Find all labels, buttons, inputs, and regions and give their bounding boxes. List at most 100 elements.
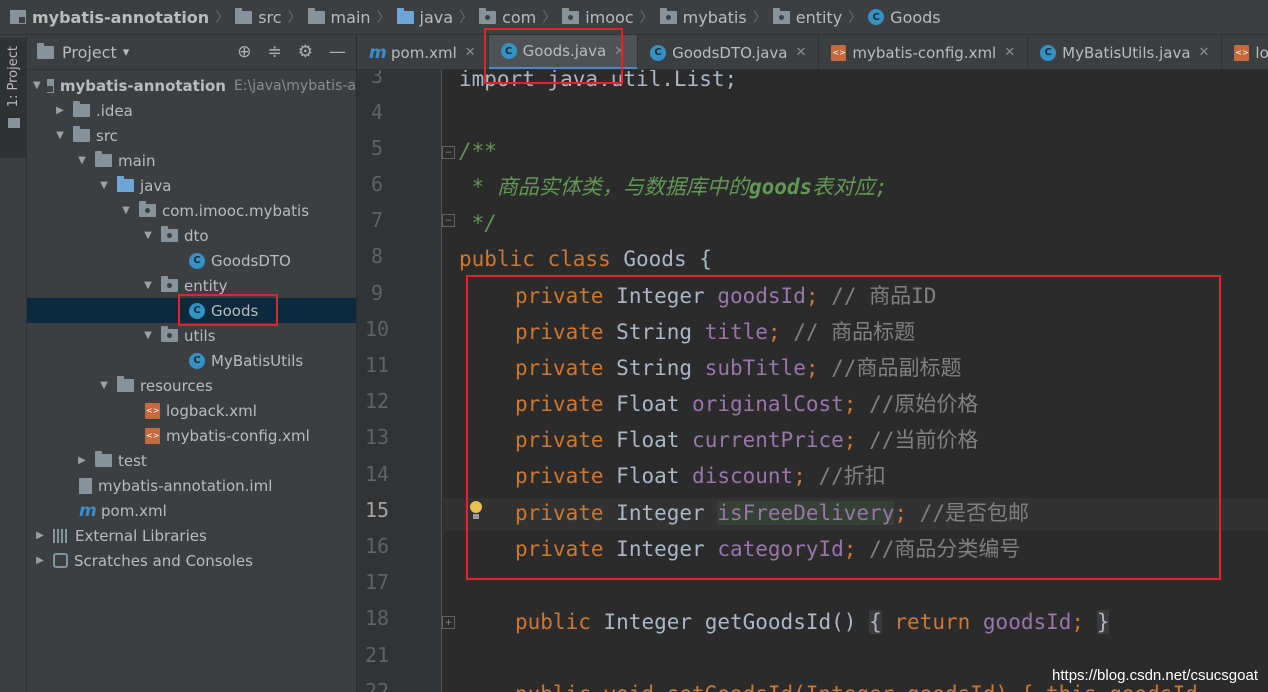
tree-item-idea[interactable]: ▶ .idea	[27, 98, 356, 123]
project-icon	[46, 78, 54, 93]
line-number: 7	[370, 208, 384, 232]
tree-item-scratches[interactable]: ▶ Scratches and Consoles	[27, 548, 356, 573]
tree-item-utils[interactable]: ▼ utils	[27, 323, 356, 348]
field-name: subTitle	[704, 356, 806, 380]
expand-arrow-icon[interactable]: ▼	[119, 205, 133, 216]
close-icon[interactable]: ✕	[796, 45, 807, 60]
code-line-8: public class Goods {	[459, 245, 712, 273]
breadcrumb-item-goods[interactable]: C Goods	[868, 8, 941, 27]
package-icon	[562, 7, 580, 24]
tab-label: mybatis-config.xml	[852, 43, 997, 62]
collapse-arrow-icon[interactable]: ▶	[33, 555, 47, 566]
chevron-right-icon: 〉	[542, 10, 557, 26]
tree-item-test[interactable]: ▶ test	[27, 448, 356, 473]
collapse-arrow-icon[interactable]: ▶	[75, 455, 89, 466]
tree-item-src[interactable]: ▼ src	[27, 123, 356, 148]
tree-item-pom[interactable]: m pom.xml	[27, 498, 356, 523]
tree-item-java[interactable]: ▼ java	[27, 173, 356, 198]
tree-item-entity[interactable]: ▼ entity	[27, 273, 356, 298]
tree-item-package[interactable]: ▼ com.imooc.mybatis	[27, 198, 356, 223]
tab-mybatisutils-java[interactable]: C MyBatisUtils.java ✕	[1028, 35, 1223, 69]
project-panel-header: Project ▾ ⊕ ≑ ⚙ —	[27, 35, 356, 70]
field-type: Integer	[616, 284, 705, 308]
chevron-down-icon[interactable]: ▾	[123, 45, 130, 60]
tree-item-root[interactable]: ▼ mybatis-annotation E:\java\mybatis-a	[27, 73, 356, 98]
field-comment: //商品分类编号	[869, 537, 1021, 561]
code-line-11: private String subTitle; //商品副标题	[515, 356, 962, 380]
tree-item-label: test	[118, 451, 147, 470]
tree-item-dto[interactable]: ▼ dto	[27, 223, 356, 248]
breadcrumb-item-imooc[interactable]: imooc	[562, 7, 634, 27]
library-icon	[53, 528, 69, 543]
project-tool-tab[interactable]: 1: Project	[0, 38, 27, 158]
expand-arrow-icon[interactable]: ▼	[53, 130, 67, 141]
tree-item-goods[interactable]: C Goods	[27, 298, 356, 323]
collapse-arrow-icon[interactable]: ▶	[53, 105, 67, 116]
folded-brace[interactable]: {	[869, 610, 882, 634]
class-icon: C	[1040, 44, 1057, 61]
chevron-right-icon: 〉	[639, 10, 654, 26]
tab-goods-java[interactable]: C Goods.java ✕	[488, 35, 639, 69]
collapse-arrow-icon[interactable]: ▶	[33, 530, 47, 541]
line-number: 4	[370, 100, 384, 124]
collapse-all-icon[interactable]: ≑	[268, 42, 282, 62]
expand-arrow-icon[interactable]: ▼	[141, 280, 155, 291]
tree-item-label: .idea	[96, 101, 133, 120]
close-icon[interactable]: ✕	[614, 44, 625, 59]
tree-item-iml[interactable]: mybatis-annotation.iml	[27, 473, 356, 498]
tree-item-label: pom.xml	[101, 501, 167, 520]
fold-expand-icon[interactable]: +	[442, 616, 455, 629]
tab-pom-xml[interactable]: m pom.xml ✕	[357, 35, 489, 69]
maven-icon: m	[369, 42, 387, 63]
project-panel: Project ▾ ⊕ ≑ ⚙ — ▼ mybatis-annotation E:\…	[27, 35, 357, 692]
breadcrumb-item-project[interactable]: mybatis-annotation	[10, 8, 209, 27]
field-comment: //折扣	[818, 464, 886, 488]
tree-item-resources[interactable]: ▼ resources	[27, 373, 356, 398]
code-editor[interactable]: import java.util.List; /** * 商品实体类，与数据库中…	[443, 70, 1268, 692]
close-icon[interactable]: ✕	[1004, 45, 1015, 60]
gear-icon[interactable]: ⚙	[298, 42, 313, 62]
source-folder-icon	[117, 176, 134, 192]
close-icon[interactable]: ✕	[1199, 45, 1210, 60]
breadcrumb-item-com[interactable]: com	[479, 7, 536, 27]
keyword: private	[515, 284, 604, 308]
expand-arrow-icon[interactable]: ▼	[141, 330, 155, 341]
locate-icon[interactable]: ⊕	[237, 42, 251, 62]
expand-arrow-icon[interactable]: ▼	[97, 180, 111, 191]
line-number: 21	[364, 643, 390, 667]
tree-item-mybatisutils[interactable]: C MyBatisUtils	[27, 348, 356, 373]
tree-item-logback[interactable]: logback.xml	[27, 398, 356, 423]
fold-toggle-icon[interactable]: −	[442, 214, 455, 227]
expand-arrow-icon[interactable]: ▼	[75, 155, 89, 166]
expand-arrow-icon[interactable]: ▼	[33, 80, 41, 91]
breadcrumb-label: java	[419, 7, 454, 27]
tree-item-main[interactable]: ▼ main	[27, 148, 356, 173]
module-file-icon	[79, 477, 92, 494]
expand-arrow-icon[interactable]: ▼	[97, 380, 111, 391]
project-panel-title[interactable]: Project	[62, 43, 117, 62]
hide-icon[interactable]: —	[329, 42, 346, 62]
chevron-right-icon: 〉	[376, 10, 391, 26]
code-line-10: private String title; // 商品标题	[515, 320, 916, 344]
class-icon: C	[500, 43, 517, 59]
folded-brace[interactable]: }	[1096, 610, 1110, 634]
fold-toggle-icon[interactable]: −	[442, 146, 455, 159]
breadcrumb-item-entity[interactable]: entity	[772, 7, 842, 27]
tab-logback-xml[interactable]: logbac	[1222, 35, 1268, 69]
breadcrumb-item-java[interactable]: java	[396, 7, 454, 27]
tree-item-goodsdto[interactable]: C GoodsDTO	[27, 248, 356, 273]
breadcrumb-item-src[interactable]: src	[235, 7, 282, 27]
lightbulb-icon[interactable]	[467, 500, 485, 522]
expand-arrow-icon[interactable]: ▼	[141, 230, 155, 241]
tab-goodsdto-java[interactable]: C GoodsDTO.java ✕	[638, 35, 820, 69]
doc-comment-text: * 商品实体类，与数据库中的	[459, 175, 749, 199]
xml-file-icon	[831, 44, 847, 61]
tab-mybatis-config-xml[interactable]: mybatis-config.xml ✕	[819, 35, 1029, 69]
folder-icon	[307, 7, 325, 24]
breadcrumb-item-mybatis[interactable]: mybatis	[659, 7, 747, 27]
tree-item-external-libraries[interactable]: ▶ External Libraries	[27, 523, 356, 548]
breadcrumb-item-main[interactable]: main	[307, 7, 371, 27]
tree-item-label: dto	[184, 226, 209, 245]
tree-item-mybatis-config[interactable]: mybatis-config.xml	[27, 423, 356, 448]
close-icon[interactable]: ✕	[465, 45, 476, 60]
